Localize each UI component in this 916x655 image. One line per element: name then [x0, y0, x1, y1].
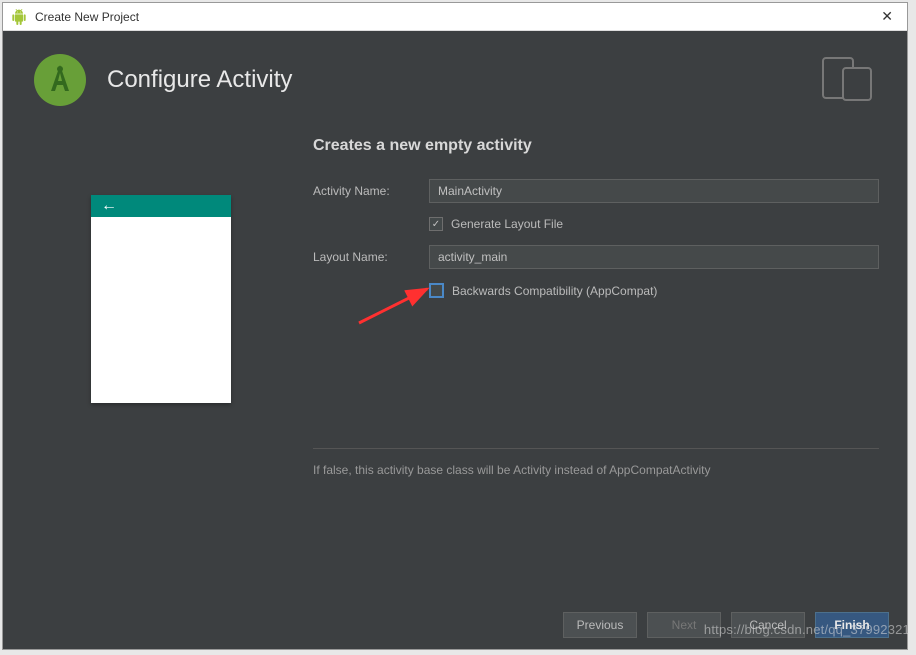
hint-text: If false, this activity base class will … [313, 463, 879, 477]
window-title: Create New Project [35, 10, 875, 24]
layout-name-input[interactable] [429, 245, 879, 269]
page-title: Configure Activity [107, 66, 821, 94]
backwards-compat-checkbox[interactable] [429, 283, 444, 298]
phone-statusbar: ← [91, 195, 231, 217]
devices-icon [821, 56, 875, 105]
form-column: Creates a new empty activity Activity Na… [291, 133, 879, 601]
header: Configure Activity [3, 31, 907, 133]
generate-layout-checkbox[interactable] [429, 217, 443, 231]
layout-name-label: Layout Name: [313, 250, 429, 264]
content-area: ← Creates a new empty activity Activity … [3, 133, 907, 601]
close-icon[interactable]: ✕ [875, 8, 899, 25]
hint-section: If false, this activity base class will … [313, 448, 879, 477]
phone-preview: ← [91, 195, 231, 403]
backwards-compat-label: Backwards Compatibility (AppCompat) [452, 284, 657, 298]
activity-name-input[interactable] [429, 179, 879, 203]
backwards-compat-row: Backwards Compatibility (AppCompat) [313, 283, 879, 298]
watermark-text: https://blog.csdn.net/qq_37992321 [704, 622, 910, 637]
activity-name-label: Activity Name: [313, 184, 429, 198]
previous-button[interactable]: Previous [563, 612, 637, 638]
android-studio-icon [31, 51, 89, 109]
generate-layout-label: Generate Layout File [451, 217, 563, 231]
layout-name-row: Layout Name: [313, 245, 879, 269]
titlebar: Create New Project ✕ [3, 3, 907, 31]
back-arrow-icon: ← [101, 197, 117, 215]
dialog-body: Configure Activity ← Creates a new empty… [3, 31, 907, 649]
preview-column: ← [31, 133, 291, 601]
android-icon [11, 9, 27, 25]
form-section-title: Creates a new empty activity [313, 137, 879, 155]
dialog-window: Create New Project ✕ Configure Activity [2, 2, 908, 650]
activity-name-row: Activity Name: [313, 179, 879, 203]
generate-layout-row: Generate Layout File [313, 217, 879, 231]
